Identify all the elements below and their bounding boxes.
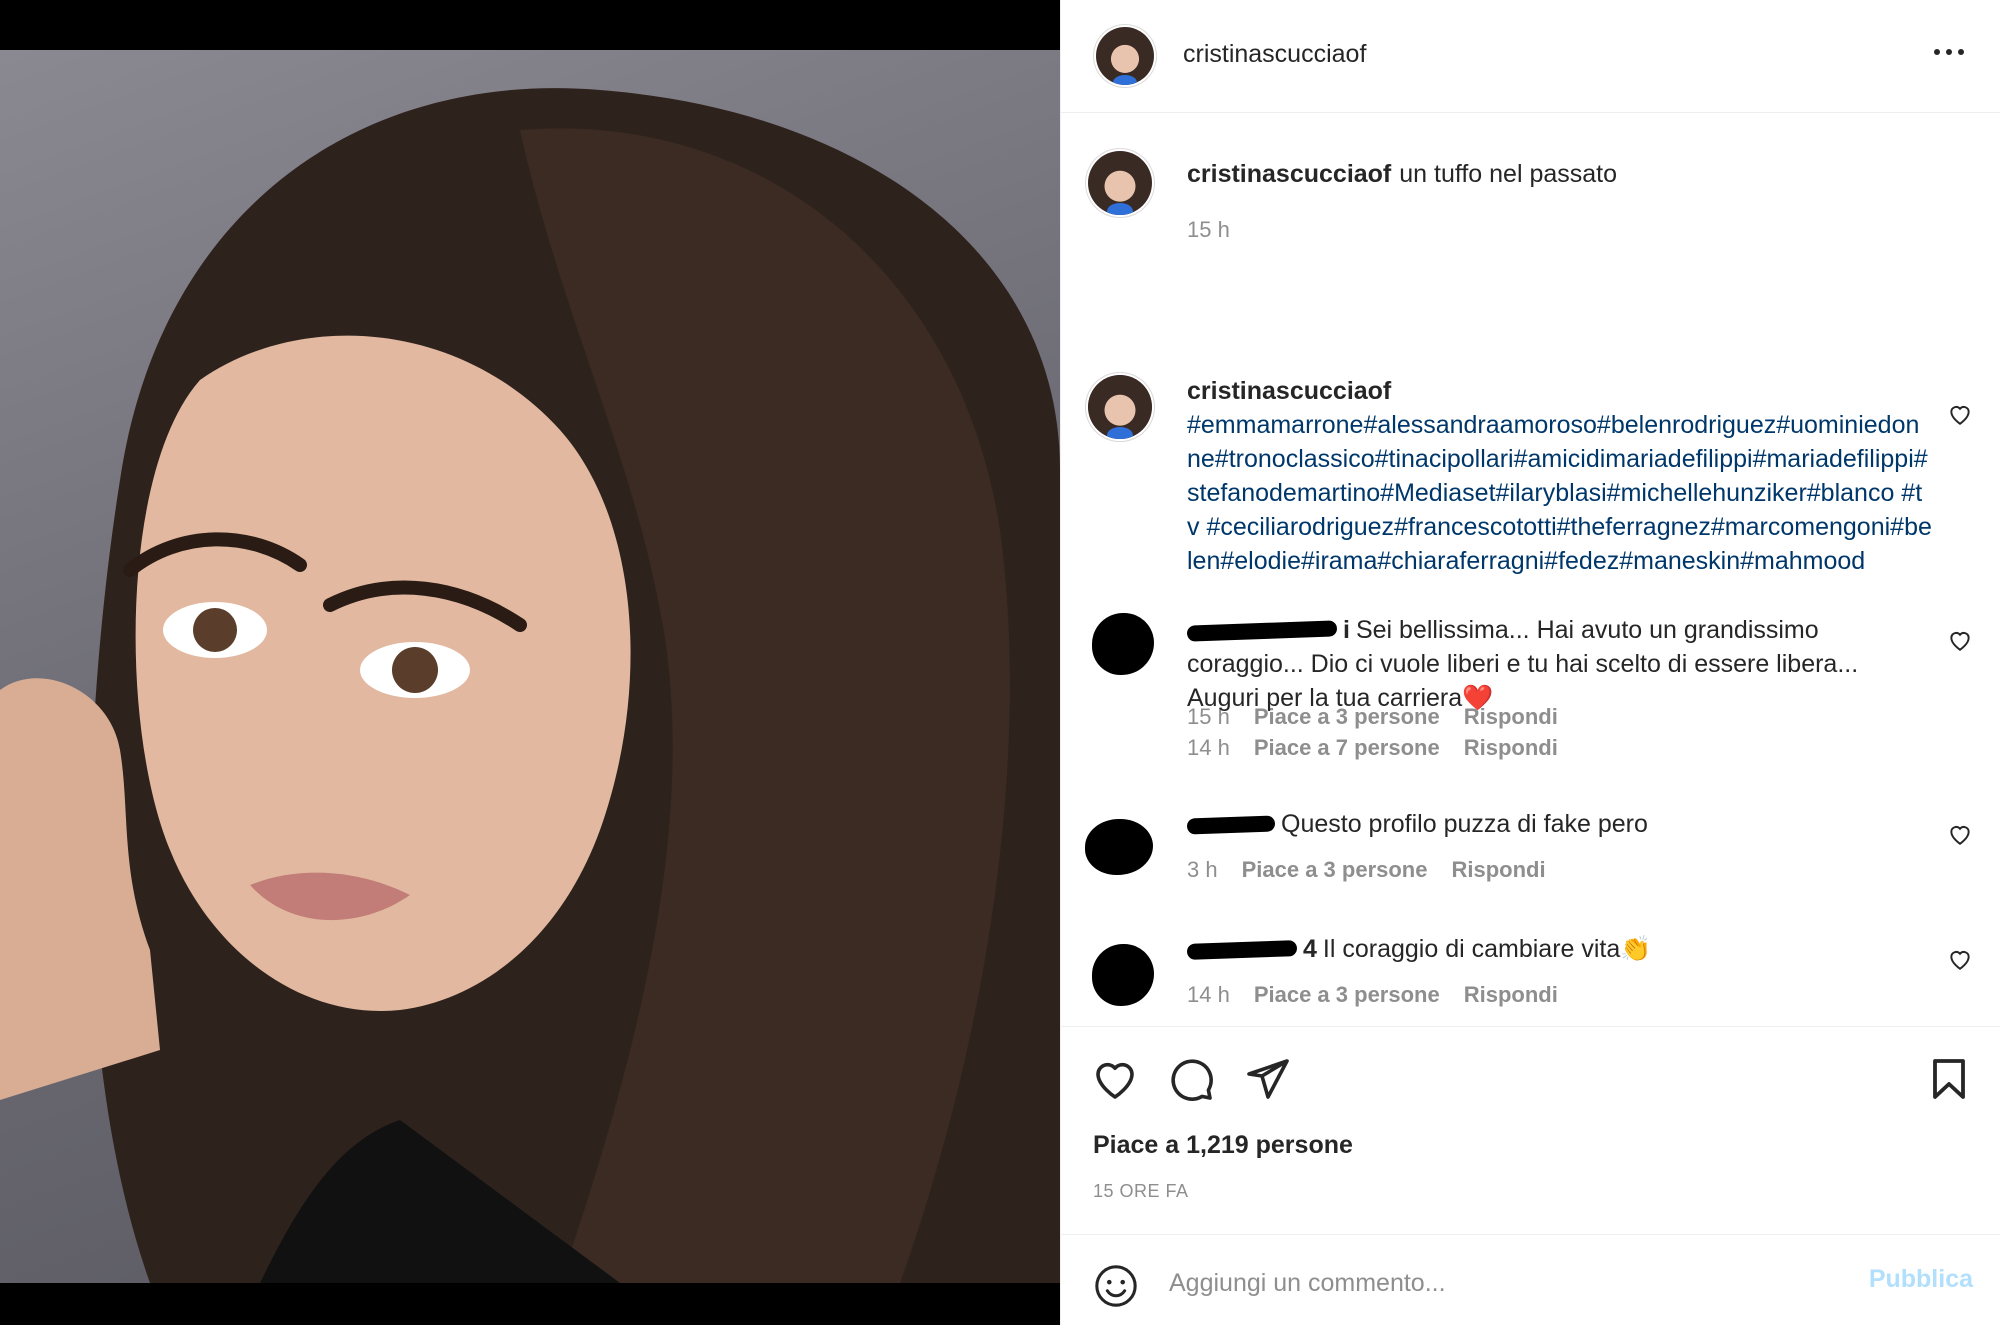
comment-avatar[interactable] <box>1088 375 1152 439</box>
comment-text: Questo profilo puzza di fake pero <box>1281 810 1648 838</box>
caption-avatar[interactable] <box>1088 151 1152 215</box>
caption-username[interactable]: cristinascucciaof <box>1187 160 1391 188</box>
comment-username[interactable]: cristinascucciaof <box>1187 374 1924 408</box>
emoji-smile-icon[interactable] <box>1093 1263 1139 1309</box>
comment-username[interactable]: 4 <box>1303 935 1317 963</box>
heart-emoji: ❤️ <box>1462 684 1494 712</box>
caption-text: un tuffo nel passato <box>1399 160 1618 188</box>
post-photo[interactable] <box>0 50 1060 1283</box>
comment-like-heart-icon[interactable] <box>1947 401 1973 427</box>
comment-likes-link[interactable]: Piace a 3 persone <box>1242 857 1428 883</box>
comment-time: 14 h <box>1187 735 1230 760</box>
comment-likes-link[interactable]: Piace a 7 persone <box>1254 735 1440 761</box>
comments-list[interactable]: cristinascucciaof un tuffo nel passato 15… <box>1061 113 2000 1025</box>
redacted-username <box>1186 940 1298 961</box>
redacted-username <box>1186 620 1338 643</box>
author-username[interactable]: cristinascucciaof <box>1183 40 1366 69</box>
redacted-username <box>1186 815 1276 835</box>
reply-button[interactable]: Rispondi <box>1464 982 1558 1008</box>
redacted-avatar[interactable] <box>1092 944 1154 1006</box>
bookmark-icon[interactable] <box>1925 1055 1973 1103</box>
caption-time: 15 h <box>1187 217 1230 242</box>
author-avatar[interactable] <box>1096 27 1154 85</box>
comment-time: 14 h <box>1187 982 1230 1007</box>
post-timestamp: 15 ORE FA <box>1093 1181 1189 1201</box>
hashtag-links[interactable]: #emmamarrone#alessandraamoroso#belenrodr… <box>1187 408 1932 578</box>
more-horizontal-icon[interactable] <box>1931 40 1967 64</box>
post-actions: Piace a 1,219 persone 15 ORE FA <box>1061 1026 2000 1235</box>
paper-plane-icon[interactable] <box>1243 1055 1291 1103</box>
post-side-panel: cristinascucciaof cristinascucciaof un tu… <box>1060 0 2000 1325</box>
reply-button[interactable]: Rispondi <box>1451 857 1545 883</box>
add-comment-bar: Pubblica <box>1061 1234 2000 1326</box>
comment-text: Il coraggio di cambiare vita <box>1322 935 1621 963</box>
heart-icon[interactable] <box>1091 1055 1139 1103</box>
post-media[interactable] <box>0 0 1060 1325</box>
post-header: cristinascucciaof <box>1061 0 2000 113</box>
comment-like-heart-icon[interactable] <box>1947 627 1973 653</box>
comment-likes-link[interactable]: Piace a 3 persone <box>1254 982 1440 1008</box>
comment-input[interactable] <box>1167 1257 1811 1309</box>
comment-bubble-icon[interactable] <box>1167 1055 1215 1103</box>
publish-button[interactable]: Pubblica <box>1869 1265 1973 1294</box>
post-likes-count[interactable]: Piace a 1,219 persone <box>1093 1131 1353 1160</box>
clap-emoji: 👏 <box>1620 935 1652 963</box>
redacted-avatar[interactable] <box>1085 819 1153 875</box>
portrait-illustration <box>0 88 1060 1283</box>
reply-button[interactable]: Rispondi <box>1464 735 1558 761</box>
comment-like-heart-icon[interactable] <box>1947 821 1973 847</box>
comment-username[interactable]: i <box>1343 616 1350 644</box>
redacted-avatar[interactable] <box>1092 613 1154 675</box>
comment-like-heart-icon[interactable] <box>1947 946 1973 972</box>
comment-time: 3 h <box>1187 857 1218 882</box>
